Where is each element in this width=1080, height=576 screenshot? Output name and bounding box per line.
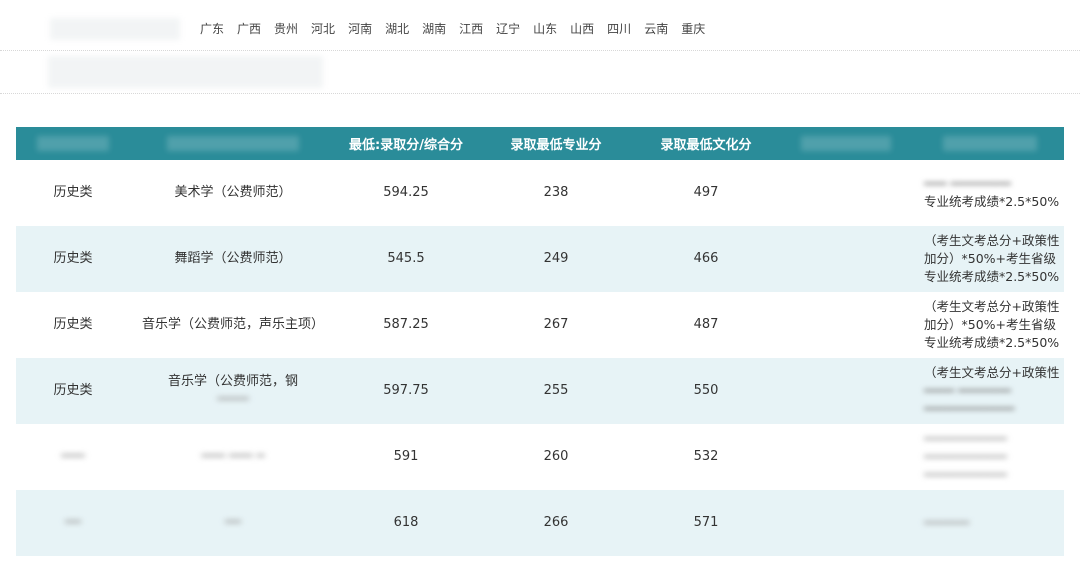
- province-link[interactable]: 广东: [200, 20, 224, 37]
- cell-pro: 238: [543, 185, 569, 200]
- table-row: 历史类 音乐学（公费师范，声乐主项） 587.25 267 487 （考生文考总…: [16, 292, 1064, 358]
- province-link[interactable]: 湖北: [385, 20, 409, 37]
- province-list: 广东 广西 贵州 河北 河南 湖北 湖南 江西 辽宁 山东 山西 四川 云南 重…: [200, 20, 718, 37]
- cell-category: 历史类: [16, 226, 130, 292]
- province-link[interactable]: 四川: [607, 20, 631, 37]
- category-obscured: ━━: [65, 515, 81, 530]
- header-min-pro-score: 录取最低专业分: [476, 127, 636, 160]
- province-link[interactable]: 云南: [644, 20, 668, 37]
- cell-category: 历史类: [53, 317, 93, 332]
- rule-obscured-lines: ━━━━━━━━━━━ ━━━━━━━━━━━ ━━━━━━━━━━━: [924, 431, 1007, 482]
- rule-text: （考生文考总分+政策性: [924, 365, 1060, 380]
- filter-label-obscured: [50, 18, 180, 40]
- cell-category: 历史类: [53, 185, 93, 200]
- header-min-culture-score: 录取最低文化分: [636, 127, 776, 160]
- cell-culture: 466: [636, 226, 776, 292]
- cell-major: ━━: [130, 490, 336, 556]
- province-link[interactable]: 重庆: [681, 20, 705, 37]
- table-row: 历史类 舞蹈学（公费师范） 545.5 249 466 （考生文考总分+政策性加…: [16, 226, 1064, 292]
- cell-rule: ━━━ ━━━━━━━━ 专业统考成绩*2.5*50%: [916, 160, 1064, 226]
- cell-pro: 266: [476, 490, 636, 556]
- province-link[interactable]: 河北: [311, 20, 335, 37]
- cell-culture: 497: [693, 185, 719, 200]
- table-row: 历史类 音乐学（公费师范，钢 ━━━━ 597.75 255 550 （考生文考…: [16, 358, 1064, 424]
- province-filter-bar: 广东 广西 贵州 河北 河南 湖北 湖南 江西 辽宁 山东 山西 四川 云南 重…: [0, 0, 1080, 60]
- divider: [0, 93, 1080, 94]
- secondary-filter-obscured: [48, 56, 323, 88]
- cell-major: 音乐学（公费师范，钢 ━━━━: [130, 358, 336, 424]
- province-link[interactable]: 江西: [459, 20, 483, 37]
- cell-rule: （考生文考总分+政策性 ━━━━ ━━━━━━━ ━━━━━━━━━━━━: [916, 358, 1064, 424]
- cell-major: 舞蹈学（公费师范）: [130, 226, 336, 292]
- cell-culture: 532: [693, 449, 719, 464]
- province-link[interactable]: 贵州: [274, 20, 298, 37]
- cell-rule: ━━━━━━: [916, 490, 1064, 556]
- table-header-row: 最低:录取分/综合分 录取最低专业分 录取最低文化分: [16, 127, 1064, 160]
- cell-rule: （考生文考总分+政策性加分）*50%+考生省级专业统考成绩*2.5*50%: [916, 226, 1064, 292]
- cell-empty: [776, 226, 916, 292]
- cell-composite: 545.5: [336, 226, 476, 292]
- table-row: ━━ ━━ 618 266 571 ━━━━━━: [16, 490, 1064, 556]
- header-category: [16, 127, 130, 160]
- rule-obscured-lines: ━━━━━━: [924, 515, 970, 530]
- header-composite-score: 最低:录取分/综合分: [336, 127, 476, 160]
- header-column-obscured: [776, 127, 916, 160]
- cell-pro: 267: [543, 317, 569, 332]
- cell-pro: 255: [476, 358, 636, 424]
- cell-composite: 587.25: [383, 317, 429, 332]
- cell-category: ━━: [16, 490, 130, 556]
- cell-culture: 550: [636, 358, 776, 424]
- cell-empty: [776, 490, 916, 556]
- cell-major: 美术学（公费师范）: [174, 185, 292, 200]
- cell-major: ━━━ ━━━ ━: [130, 424, 336, 490]
- rule-text: 专业统考成绩*2.5*50%: [924, 194, 1060, 209]
- cell-pro: 249: [476, 226, 636, 292]
- cell-major: 音乐学（公费师范，声乐主项）: [141, 317, 324, 332]
- rule-obscured-lines: ━━━ ━━━━━━━━: [924, 176, 1011, 191]
- table-row: 历史类 美术学（公费师范） 594.25 238 497 ━━━ ━━━━━━━…: [16, 160, 1064, 226]
- cell-empty: [776, 358, 916, 424]
- cell-rule: （考生文考总分+政策性加分）*50%+考生省级专业统考成绩*2.5*50%: [924, 299, 1060, 350]
- rule-obscured-lines: ━━━━ ━━━━━━━ ━━━━━━━━━━━━: [924, 383, 1015, 416]
- province-link[interactable]: 山西: [570, 20, 594, 37]
- province-link[interactable]: 湖南: [422, 20, 446, 37]
- cell-culture: 571: [636, 490, 776, 556]
- cell-composite: 594.25: [383, 185, 429, 200]
- cell-empty: [776, 424, 916, 490]
- cell-pro: 260: [543, 449, 569, 464]
- cell-composite: 597.75: [336, 358, 476, 424]
- major-obscured-line: ━━━━: [217, 392, 249, 407]
- cell-culture: 487: [693, 317, 719, 332]
- province-link[interactable]: 广西: [237, 20, 261, 37]
- cell-category: ━━━: [16, 424, 130, 490]
- major-obscured: ━━━ ━━━ ━: [201, 449, 265, 464]
- cell-empty: [776, 292, 916, 358]
- major-obscured: ━━: [225, 515, 241, 530]
- cell-category: 历史类: [16, 358, 130, 424]
- province-link[interactable]: 河南: [348, 20, 372, 37]
- admission-score-table: 最低:录取分/综合分 录取最低专业分 录取最低文化分 历史类 美术学（公费师范）…: [16, 127, 1064, 556]
- cell-rule: ━━━━━━━━━━━ ━━━━━━━━━━━ ━━━━━━━━━━━: [916, 424, 1064, 490]
- divider: [0, 50, 1080, 51]
- cell-composite: 591: [393, 449, 419, 464]
- major-text: 音乐学（公费师范，钢: [167, 374, 298, 389]
- table-row: ━━━ ━━━ ━━━ ━ 591 260 532 ━━━━━━━━━━━ ━━━…: [16, 424, 1064, 490]
- province-link[interactable]: 山东: [533, 20, 557, 37]
- header-major: [130, 127, 336, 160]
- province-link[interactable]: 辽宁: [496, 20, 520, 37]
- header-rule: [916, 127, 1064, 160]
- cell-empty: [776, 160, 916, 226]
- category-obscured: ━━━: [61, 449, 85, 464]
- cell-composite: 618: [336, 490, 476, 556]
